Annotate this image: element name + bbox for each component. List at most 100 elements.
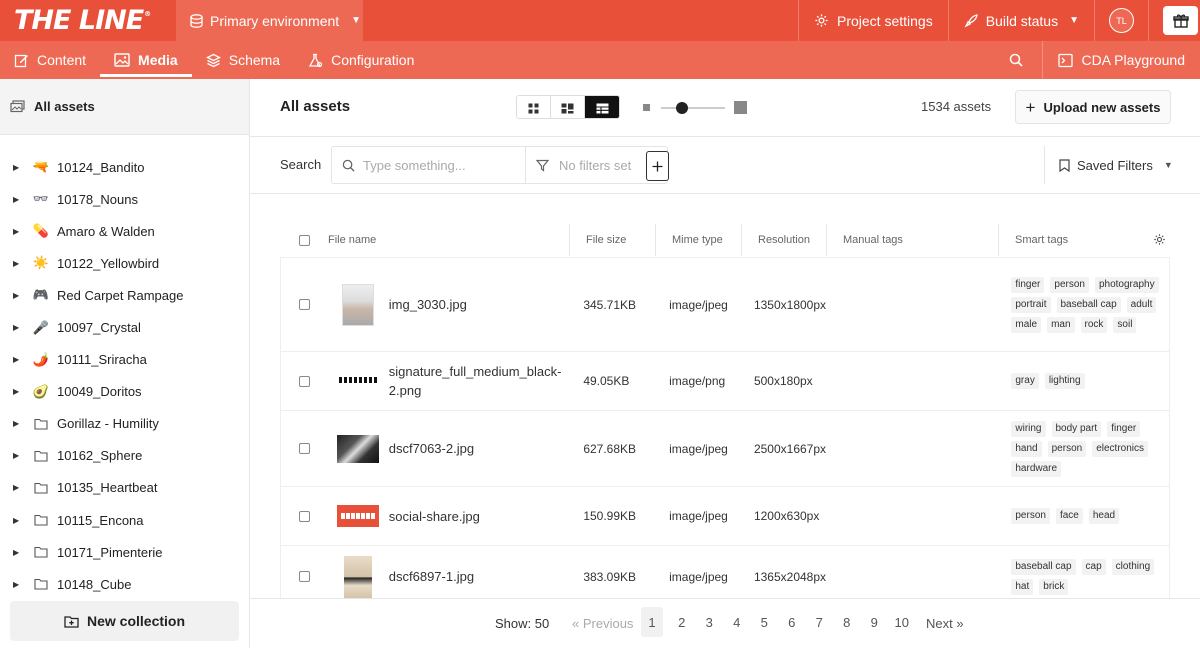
file-name[interactable]: dscf6897-1.jpg: [387, 567, 584, 586]
cda-playground-button[interactable]: CDA Playground: [1042, 41, 1200, 79]
add-filter-button[interactable]: [646, 151, 669, 181]
page-number[interactable]: 5: [751, 607, 779, 637]
file-name[interactable]: social-share.jpg: [387, 507, 584, 526]
collection-label: Amaro & Walden: [57, 223, 155, 239]
sidebar-item-collection[interactable]: ▶ 🎮 Red Carpet Rampage: [0, 279, 249, 311]
page-number[interactable]: 9: [861, 607, 889, 637]
thumbnail-size-slider[interactable]: [643, 100, 747, 116]
sidebar-item-collection[interactable]: ▶ 👓 10178_Nouns: [0, 183, 249, 215]
asset-thumbnail[interactable]: [341, 283, 374, 326]
expand-caret-icon[interactable]: ▶: [13, 259, 21, 268]
project-settings-button[interactable]: Project settings: [798, 0, 948, 41]
table-row[interactable]: dscf6897-1.jpg 383.09KB image/jpeg 1365x204…: [281, 546, 1169, 598]
tab-schema[interactable]: Schema: [192, 41, 294, 79]
expand-caret-icon[interactable]: ▶: [13, 580, 21, 589]
expand-caret-icon[interactable]: ▶: [13, 451, 21, 460]
row-checkbox[interactable]: [299, 510, 311, 522]
page-number[interactable]: 8: [833, 607, 861, 637]
collection-label: Gorillaz - Humility: [57, 416, 159, 432]
page-size-selector[interactable]: Show: 50: [495, 616, 549, 631]
col-mime-type[interactable]: Mime type: [656, 224, 742, 256]
divider: [250, 193, 1200, 194]
col-smart-tags[interactable]: Smart tags: [999, 224, 1170, 256]
expand-caret-icon[interactable]: ▶: [13, 483, 21, 492]
col-file-name[interactable]: File name: [328, 224, 570, 256]
sidebar-item-collection[interactable]: ▶ 🎤 10097_Crystal: [0, 311, 249, 343]
page-number[interactable]: 6: [778, 607, 806, 637]
table-row[interactable]: signature_full_medium_black-2.png 49.05KB…: [281, 352, 1169, 411]
new-collection-button[interactable]: New collection: [10, 601, 239, 641]
row-checkbox[interactable]: [299, 443, 311, 454]
environment-selector[interactable]: Primary environment ▼: [176, 0, 363, 41]
sidebar-item-collection[interactable]: ▶ 10171_Pimenterie: [0, 536, 249, 568]
brand-logo[interactable]: THE LINE ®: [0, 0, 176, 41]
page-number[interactable]: 4: [723, 607, 751, 637]
asset-thumbnail[interactable]: [336, 434, 379, 463]
asset-thumbnail[interactable]: [336, 505, 379, 527]
tab-configuration[interactable]: Configuration: [294, 41, 428, 79]
search-input[interactable]: Type something...: [332, 147, 526, 183]
asset-thumbnail[interactable]: [343, 555, 372, 598]
filters-status: No filters set: [559, 157, 632, 173]
page-number[interactable]: 1: [641, 607, 663, 637]
expand-caret-icon[interactable]: ▶: [13, 227, 21, 236]
page-number[interactable]: 2: [668, 607, 696, 637]
table-view-button[interactable]: [585, 96, 619, 118]
page-number[interactable]: 10: [888, 607, 916, 637]
page-number[interactable]: 3: [696, 607, 724, 637]
sidebar-item-collection[interactable]: ▶ 10115_Encona: [0, 504, 249, 536]
asset-thumbnail[interactable]: [336, 373, 379, 389]
smart-tag: brick: [1039, 578, 1069, 595]
table-row[interactable]: img_3030.jpg 345.71KB image/jpeg 1350x1800p…: [281, 258, 1169, 352]
tab-media[interactable]: Media: [100, 41, 192, 79]
sidebar-item-collection[interactable]: ▶ 💊 Amaro & Walden: [0, 215, 249, 247]
sidebar-item-collection[interactable]: ▶ Gorillaz - Humility: [0, 408, 249, 440]
expand-caret-icon[interactable]: ▶: [13, 387, 21, 396]
sidebar-item-collection[interactable]: ▶ 🥑 10049_Doritos: [0, 376, 249, 408]
user-menu[interactable]: TL: [1094, 0, 1148, 41]
sidebar-item-collection[interactable]: ▶ 10148_Cube: [0, 568, 249, 600]
saved-filters-dropdown[interactable]: Saved Filters ▼: [1044, 146, 1200, 184]
sidebar-item-all-assets[interactable]: All assets: [0, 79, 249, 135]
expand-caret-icon[interactable]: ▶: [13, 419, 21, 428]
tab-content[interactable]: Content: [0, 41, 100, 79]
sidebar-item-collection[interactable]: ▶ 10135_Heartbeat: [0, 472, 249, 504]
page-number[interactable]: 7: [806, 607, 834, 637]
sidebar-item-collection[interactable]: ▶ ☀️ 10122_Yellowbird: [0, 247, 249, 279]
file-name[interactable]: dscf7063-2.jpg: [387, 439, 584, 458]
next-page-link[interactable]: Next »: [926, 616, 964, 631]
col-file-size[interactable]: File size: [570, 224, 656, 256]
expand-caret-icon[interactable]: ▶: [13, 195, 21, 204]
build-status-button[interactable]: Build status ▼: [947, 0, 1094, 41]
col-resolution[interactable]: Resolution: [742, 224, 827, 256]
expand-caret-icon[interactable]: ▶: [13, 291, 21, 300]
previous-page-link[interactable]: « Previous: [572, 616, 633, 631]
table-row[interactable]: social-share.jpg 150.99KB image/jpeg 1200x6…: [281, 487, 1169, 546]
smart-tags: wiring body part finger hand person electroni…: [1011, 415, 1169, 483]
expand-caret-icon[interactable]: ▶: [13, 163, 21, 172]
folder-icon: [33, 450, 49, 462]
col-manual-tags[interactable]: Manual tags: [827, 224, 999, 256]
filter-area[interactable]: No filters set: [526, 147, 669, 183]
upload-assets-button[interactable]: + Upload new assets: [1015, 90, 1171, 124]
file-name[interactable]: signature_full_medium_black-2.png: [387, 362, 584, 400]
row-checkbox[interactable]: [299, 571, 311, 582]
whats-new-button[interactable]: [1148, 0, 1200, 41]
grid-view-button[interactable]: [517, 96, 551, 118]
expand-caret-icon[interactable]: ▶: [13, 548, 21, 557]
global-search-button[interactable]: [990, 41, 1042, 79]
slider-handle[interactable]: [676, 102, 688, 114]
expand-caret-icon[interactable]: ▶: [13, 323, 21, 332]
select-all-checkbox[interactable]: [298, 234, 310, 246]
sidebar-item-collection[interactable]: ▶ 🔫 10124_Bandito: [0, 151, 249, 183]
sidebar-item-collection[interactable]: ▶ 🌶️ 10111_Sriracha: [0, 344, 249, 376]
table-row[interactable]: dscf7063-2.jpg 627.68KB image/jpeg 2500x166…: [281, 411, 1169, 487]
expand-caret-icon[interactable]: ▶: [13, 516, 21, 525]
row-checkbox[interactable]: [299, 375, 311, 387]
sidebar-item-collection[interactable]: ▶ 10162_Sphere: [0, 440, 249, 472]
file-name[interactable]: img_3030.jpg: [387, 295, 584, 314]
gear-icon[interactable]: [1153, 233, 1166, 246]
expand-caret-icon[interactable]: ▶: [13, 355, 21, 364]
masonry-view-button[interactable]: [551, 96, 585, 118]
row-checkbox[interactable]: [299, 299, 311, 310]
